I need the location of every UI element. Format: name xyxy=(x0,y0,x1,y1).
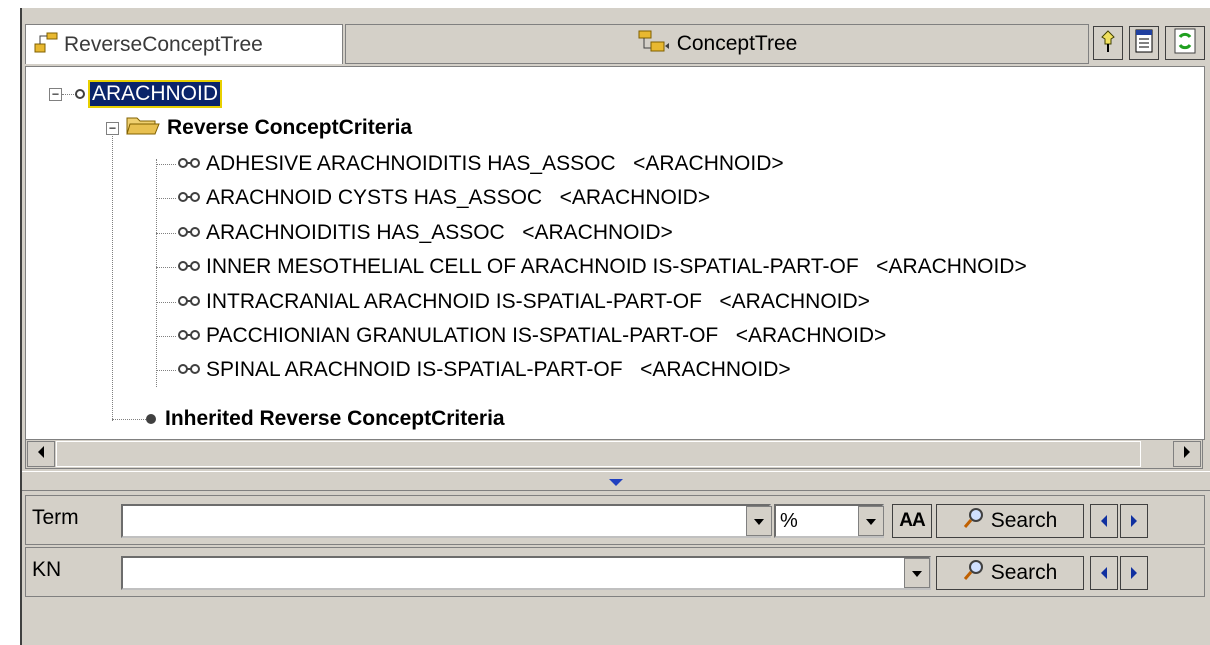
tree-node-label: ARACHNOID CYSTS HAS_ASSOC <ARACHNOID> xyxy=(206,186,711,209)
case-sensitive-label: AA xyxy=(899,510,925,531)
reverse-concept-tree[interactable]: − ARACHNOID − Reverse ConceptCriteria AD… xyxy=(25,66,1205,440)
refresh-icon xyxy=(1174,28,1196,59)
chevron-down-icon xyxy=(866,512,876,530)
link-icon xyxy=(176,290,202,314)
tree-connector xyxy=(156,233,176,234)
kn-dropdown-button[interactable] xyxy=(904,558,930,588)
scroll-right-button[interactable] xyxy=(1173,441,1201,467)
search-icon xyxy=(963,507,985,535)
tree-connector xyxy=(156,370,176,371)
tree-node-criterion[interactable]: SPINAL ARACHNOID IS-SPATIAL-PART-OF <ARA… xyxy=(176,353,791,387)
match-select-value: % xyxy=(780,510,798,532)
horizontal-scrollbar[interactable] xyxy=(25,439,1203,469)
tree-node-label: SPINAL ARACHNOID IS-SPATIAL-PART-OF <ARA… xyxy=(206,358,791,381)
tree-connector xyxy=(156,164,176,165)
arrow-left-icon xyxy=(37,445,45,463)
next-button[interactable] xyxy=(1120,556,1148,590)
tree-node-label: PACCHIONIAN GRANULATION IS-SPATIAL-PART-… xyxy=(206,324,887,347)
tree-connector xyxy=(156,198,176,199)
tree-node-label: Reverse ConceptCriteria xyxy=(167,116,413,139)
tree-node-label: ARACHNOID xyxy=(87,80,223,108)
search-icon xyxy=(963,559,985,587)
tree-node-criterion[interactable]: PACCHIONIAN GRANULATION IS-SPATIAL-PART-… xyxy=(176,319,886,353)
arrow-right-icon xyxy=(1130,561,1138,585)
arrow-right-icon xyxy=(1183,445,1191,463)
next-button[interactable] xyxy=(1120,504,1148,538)
tree-node-criterion[interactable]: INTRACRANIAL ARACHNOID IS-SPATIAL-PART-O… xyxy=(176,285,870,319)
term-label: Term xyxy=(32,506,79,529)
scroll-thumb[interactable] xyxy=(56,441,1141,467)
case-sensitive-button[interactable]: AA xyxy=(892,504,932,538)
previous-button[interactable] xyxy=(1090,556,1118,590)
tree-connector xyxy=(156,336,176,337)
tree-connector xyxy=(156,267,176,268)
scroll-left-button[interactable] xyxy=(27,441,55,467)
tab-label: ReverseConceptTree xyxy=(64,32,263,56)
term-input[interactable] xyxy=(121,504,771,538)
tab-label: ConceptTree xyxy=(676,32,798,55)
tree-node-label: ADHESIVE ARACHNOIDITIS HAS_ASSOC <ARACHN… xyxy=(206,152,784,175)
link-icon xyxy=(176,358,202,382)
tree-node-inherited[interactable]: Inherited Reverse ConceptCriteria xyxy=(145,402,505,436)
term-search-bar: Term % AA Search xyxy=(25,495,1205,545)
tree-connector xyxy=(156,159,157,387)
tab-strip: ReverseConceptTree ConceptTree xyxy=(22,20,1210,66)
kn-search-button[interactable]: Search xyxy=(936,556,1084,590)
link-icon xyxy=(176,186,202,210)
tree-node-criterion[interactable]: INNER MESOTHELIAL CELL OF ARACHNOID IS-S… xyxy=(176,250,1027,284)
tree-node-root[interactable]: ARACHNOID xyxy=(74,77,223,111)
search-button-label: Search xyxy=(990,509,1058,532)
tree-node-label: INNER MESOTHELIAL CELL OF ARACHNOID IS-S… xyxy=(206,255,1027,278)
node-dot-icon xyxy=(145,407,157,431)
chevron-down-icon xyxy=(754,512,764,530)
kn-search-bar: KN Search xyxy=(25,547,1205,597)
term-dropdown-button[interactable] xyxy=(746,506,772,536)
link-icon xyxy=(176,152,202,176)
concept-browser-panel: ReverseConceptTree ConceptTree − ARACHNO… xyxy=(20,8,1210,645)
chevron-down-icon xyxy=(912,564,922,582)
previous-button[interactable] xyxy=(1090,504,1118,538)
tab-reverse-concept-tree[interactable]: ReverseConceptTree xyxy=(25,24,343,64)
tree-node-label: Inherited Reverse ConceptCriteria xyxy=(165,407,505,430)
arrow-left-icon xyxy=(1100,509,1108,533)
chevron-down-icon xyxy=(609,474,623,492)
collapse-toggle[interactable]: − xyxy=(106,122,119,135)
folder-icon xyxy=(125,114,161,142)
node-icon xyxy=(74,82,86,106)
kn-input[interactable] xyxy=(121,556,931,590)
tree-node-label: ARACHNOIDITIS HAS_ASSOC <ARACHNOID> xyxy=(206,221,673,244)
link-icon xyxy=(176,255,202,279)
match-dropdown-button[interactable] xyxy=(858,506,884,536)
tree-connector xyxy=(112,131,113,421)
arrow-left-icon xyxy=(1100,561,1108,585)
tab-concept-tree[interactable]: ConceptTree xyxy=(345,24,1089,64)
refresh-button[interactable] xyxy=(1165,26,1205,60)
tree-connector xyxy=(156,302,176,303)
tree-icon xyxy=(34,31,58,59)
tree-icon xyxy=(637,29,671,59)
pin-icon xyxy=(1098,29,1118,58)
pin-button[interactable] xyxy=(1093,26,1123,60)
arrow-right-icon xyxy=(1130,509,1138,533)
search-button-label: Search xyxy=(990,561,1058,584)
link-icon xyxy=(176,324,202,348)
tree-node-label: INTRACRANIAL ARACHNOID IS-SPATIAL-PART-O… xyxy=(206,290,870,313)
tree-node-criterion[interactable]: ARACHNOID CYSTS HAS_ASSOC <ARACHNOID> xyxy=(176,181,710,215)
document-icon xyxy=(1135,29,1153,58)
tree-node-criterion[interactable]: ADHESIVE ARACHNOIDITIS HAS_ASSOC <ARACHN… xyxy=(176,147,784,181)
link-icon xyxy=(176,221,202,245)
document-button[interactable] xyxy=(1129,26,1159,60)
collapse-toggle[interactable]: − xyxy=(49,88,62,101)
panel-splitter[interactable] xyxy=(22,471,1210,491)
term-search-button[interactable]: Search xyxy=(936,504,1084,538)
tree-node-folder[interactable]: Reverse ConceptCriteria xyxy=(125,111,412,145)
kn-label: KN xyxy=(32,558,62,581)
tree-node-criterion[interactable]: ARACHNOIDITIS HAS_ASSOC <ARACHNOID> xyxy=(176,216,673,250)
